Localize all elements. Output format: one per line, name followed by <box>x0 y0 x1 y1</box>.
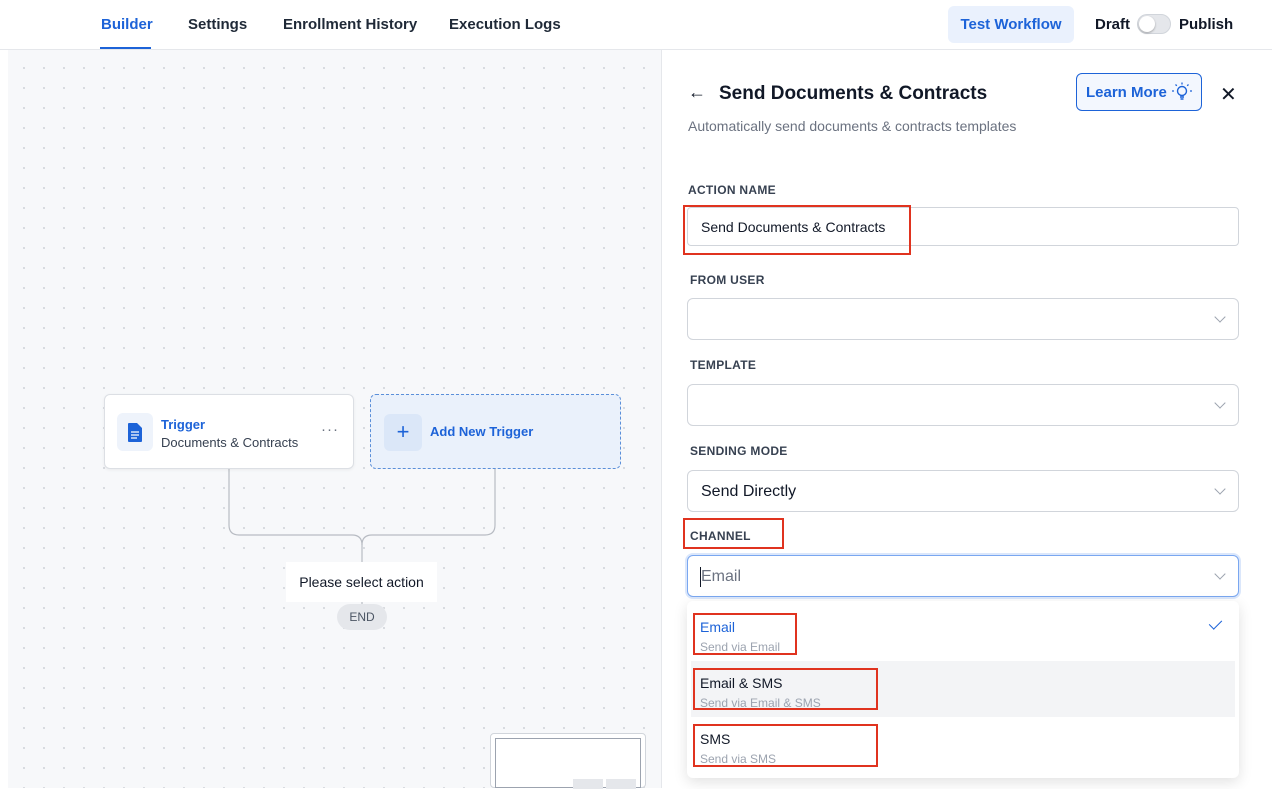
publish-toggle[interactable] <box>1137 14 1171 34</box>
action-name-input[interactable] <box>687 207 1239 246</box>
chevron-down-icon <box>1214 311 1226 323</box>
active-tab-indicator <box>100 47 151 49</box>
sending-mode-select[interactable]: Send Directly <box>687 470 1239 512</box>
select-action-node[interactable]: Please select action <box>286 562 437 602</box>
trigger-node[interactable]: Trigger Documents & Contracts ··· <box>104 394 354 469</box>
check-icon <box>1208 616 1223 630</box>
tab-settings[interactable]: Settings <box>188 16 247 33</box>
chevron-down-icon <box>1214 397 1226 409</box>
option-title: SMS <box>700 731 731 747</box>
add-trigger-label: Add New Trigger <box>430 424 534 439</box>
more-horizontal-icon[interactable]: ··· <box>321 421 339 438</box>
lightbulb-icon <box>1172 82 1192 100</box>
document-icon <box>117 413 153 451</box>
option-subtitle: Send via SMS <box>700 752 777 766</box>
channel-value: Email <box>701 568 742 585</box>
tab-builder[interactable]: Builder <box>101 16 153 33</box>
top-nav-bar: Builder Settings Enrollment History Exec… <box>0 0 1272 50</box>
channel-option-email[interactable]: Email Send via Email <box>687 605 1239 661</box>
template-select[interactable] <box>687 384 1239 426</box>
option-subtitle: Send via Email & SMS <box>700 696 821 710</box>
minimap[interactable] <box>490 733 646 789</box>
trigger-title: Trigger <box>161 417 206 432</box>
close-icon[interactable]: ✕ <box>1220 82 1237 107</box>
from-user-select[interactable] <box>687 298 1239 340</box>
channel-option-sms[interactable]: SMS Send via SMS <box>687 717 1239 773</box>
template-label: TEMPLATE <box>690 358 757 372</box>
plus-icon: + <box>384 414 422 451</box>
tab-enrollment-history[interactable]: Enrollment History <box>283 16 417 33</box>
channel-dropdown-menu: Email Send via Email Email & SMS Send vi… <box>687 601 1239 778</box>
option-subtitle: Send via Email <box>700 640 781 654</box>
test-workflow-button[interactable]: Test Workflow <box>948 6 1074 43</box>
action-name-label: ACTION NAME <box>688 183 776 197</box>
end-node: END <box>337 604 387 630</box>
from-user-label: FROM USER <box>690 273 765 287</box>
channel-label: CHANNEL <box>690 529 751 543</box>
arrow-left-icon[interactable]: ← <box>688 82 706 103</box>
option-title: Email & SMS <box>700 675 783 691</box>
chevron-down-icon <box>1214 483 1226 495</box>
panel-title: Send Documents & Contracts <box>719 83 988 104</box>
trigger-subtitle: Documents & Contracts <box>161 435 299 450</box>
draft-label: Draft <box>1095 16 1131 33</box>
chevron-down-icon <box>1214 568 1226 580</box>
channel-option-email-sms[interactable]: Email & SMS Send via Email & SMS <box>691 661 1235 717</box>
option-title: Email <box>700 619 736 635</box>
toggle-knob <box>1139 16 1155 32</box>
sending-mode-value: Send Directly <box>701 483 797 500</box>
add-new-trigger-button[interactable]: + Add New Trigger <box>370 394 621 469</box>
channel-select[interactable]: Email <box>687 555 1239 597</box>
sending-mode-label: SENDING MODE <box>690 444 788 458</box>
publish-label: Publish <box>1179 16 1234 33</box>
panel-description: Automatically send documents & contracts… <box>688 118 1017 134</box>
tab-execution-logs[interactable]: Execution Logs <box>449 16 561 33</box>
